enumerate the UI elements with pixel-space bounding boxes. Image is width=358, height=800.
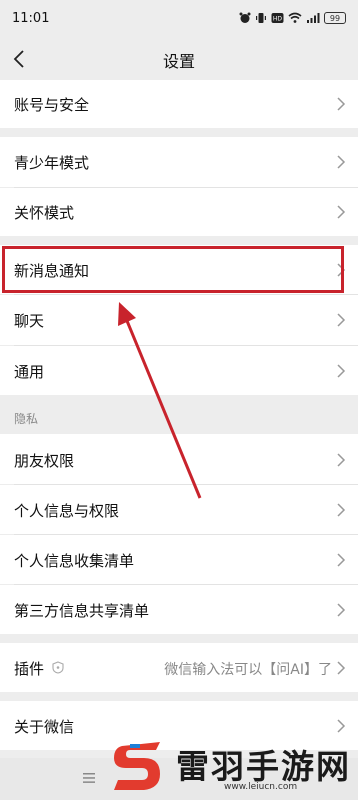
chevron-right-icon — [337, 205, 346, 219]
battery-icon: 99 — [324, 12, 346, 24]
watermark-text: 雷羽手游网 — [176, 747, 351, 786]
vibrate-icon — [256, 13, 266, 23]
chevron-right-icon — [337, 453, 346, 467]
menu-item-label: 关于微信 — [14, 718, 75, 736]
menu-item-general[interactable]: 通用 — [0, 346, 358, 395]
nav-bar: 设置 — [0, 38, 358, 80]
shield-icon — [52, 661, 64, 674]
menu-item-friend-permissions[interactable]: 朋友权限 — [0, 434, 358, 484]
alarm-icon — [239, 12, 251, 23]
status-bar: 11:01 HD 99 — [0, 0, 358, 38]
hd-icon: HD — [271, 13, 284, 23]
chevron-right-icon — [337, 263, 346, 277]
page-title: 设置 — [162, 52, 195, 71]
menu-item-label: 个人信息与权限 — [14, 502, 120, 520]
menu-item-label: 新消息通知 — [14, 262, 90, 280]
menu-item-chat[interactable]: 聊天 — [0, 295, 358, 345]
menu-item-label: 青少年模式 — [14, 154, 90, 172]
menu-item-personal-info-permissions[interactable]: 个人信息与权限 — [0, 485, 358, 534]
chevron-right-icon — [337, 503, 346, 517]
chevron-right-icon — [337, 364, 346, 378]
chevron-right-icon — [337, 313, 346, 327]
watermark-logo-icon — [114, 742, 160, 790]
svg-text:HD: HD — [273, 16, 283, 23]
menu-item-label: 个人信息收集清单 — [14, 552, 135, 570]
menu-item-plugins[interactable]: 插件 微信输入法可以【问AI】了 — [0, 643, 358, 692]
watermark-logo: 雷羽手游网 www.leiucn.com — [104, 738, 358, 800]
menu-item-label: 朋友权限 — [14, 452, 75, 470]
menu-item-teen-mode[interactable]: 青少年模式 — [0, 137, 358, 187]
chevron-right-icon — [337, 603, 346, 617]
menu-item-personal-info-collection[interactable]: 个人信息收集清单 — [0, 535, 358, 584]
section-header-privacy: 隐私 — [14, 412, 39, 426]
menu-item-label: 账号与安全 — [14, 96, 90, 114]
menu-item-care-mode[interactable]: 关怀模式 — [0, 188, 358, 236]
menu-item-label: 通用 — [14, 363, 45, 381]
status-icons: HD 99 — [239, 10, 346, 26]
menu-item-label: 聊天 — [14, 312, 45, 330]
chevron-right-icon — [337, 155, 346, 169]
menu-item-label: 关怀模式 — [14, 204, 75, 222]
menu-item-third-party-sharing[interactable]: 第三方信息共享清单 — [0, 585, 358, 634]
menu-icon[interactable] — [82, 772, 96, 784]
wifi-icon — [288, 12, 302, 23]
chevron-right-icon — [337, 719, 346, 733]
chevron-right-icon — [337, 553, 346, 567]
signal-icon — [307, 13, 320, 23]
menu-item-account-security[interactable]: 账号与安全 — [0, 80, 358, 128]
chevron-right-icon — [337, 661, 346, 675]
menu-item-label: 插件 — [14, 660, 45, 678]
chevron-right-icon — [337, 97, 346, 111]
menu-item-new-message-notification[interactable]: 新消息通知 — [0, 245, 358, 294]
menu-item-label: 第三方信息共享清单 — [14, 602, 150, 620]
plugins-value: 微信输入法可以【问AI】了 — [164, 662, 332, 678]
status-time: 11:01 — [12, 11, 50, 26]
watermark-url: www.leiucn.com — [224, 782, 298, 792]
